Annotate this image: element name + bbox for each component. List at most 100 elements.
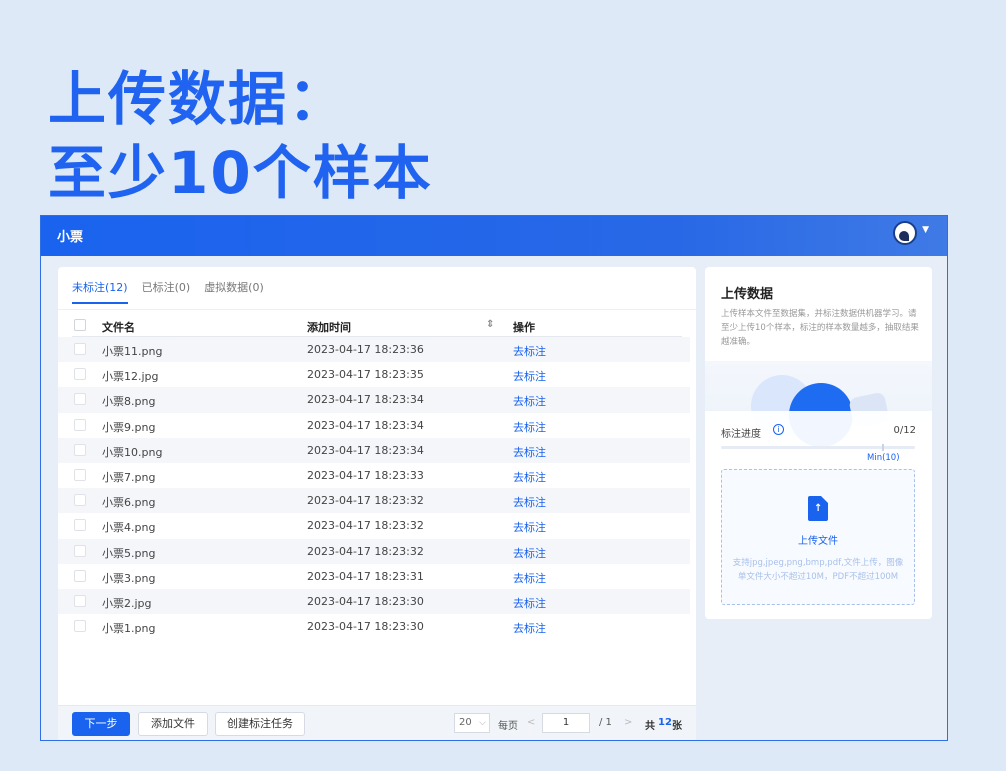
sort-icon[interactable]: ⇕ <box>486 319 494 330</box>
progress-count: 0/12 <box>893 425 916 436</box>
tab-unlabeled[interactable]: 未标注(12) <box>72 279 128 304</box>
next-step-button[interactable]: 下一步 <box>72 712 130 736</box>
row-checkbox[interactable] <box>74 393 86 406</box>
table-row: 小票5.png 2023-04-17 18:23:32 去标注 <box>58 538 690 564</box>
upload-panel-description: 上传样本文件至数据集，并标注数据供机器学习。请至少上传10个样本，标注的样本数量… <box>721 309 919 347</box>
status-tabs: 未标注(12) 已标注(0) 虚拟数据(0) <box>72 279 264 304</box>
upload-hint: 支持jpg,jpeg,png,bmp,pdf,文件上传，图像单文件大小不超过10… <box>732 558 904 582</box>
info-icon[interactable]: i <box>773 424 784 435</box>
table-row: 小票11.png 2023-04-17 18:23:36 去标注 <box>58 337 690 363</box>
table-header: 文件名 添加时间 ⇕ 操作 <box>72 315 682 337</box>
table-row: 小票8.png 2023-04-17 18:23:34 去标注 <box>58 387 690 413</box>
row-added-time: 2023-04-17 18:23:32 <box>307 544 424 558</box>
annotate-link[interactable]: 去标注 <box>513 469 546 485</box>
tab-virtual-data[interactable]: 虚拟数据(0) <box>204 279 264 304</box>
tabs-divider <box>58 309 696 310</box>
row-added-time: 2023-04-17 18:23:34 <box>307 418 424 432</box>
annotate-link[interactable]: 去标注 <box>513 419 546 435</box>
progress-label: 标注进度 <box>721 429 761 440</box>
select-all-checkbox[interactable] <box>74 319 86 331</box>
add-file-button[interactable]: 添加文件 <box>138 712 208 736</box>
row-filename: 小票3.png <box>102 571 156 585</box>
table-footer: 下一步 添加文件 创建标注任务 20 ⌵ 每页 < 1 / 1 > 共 12 张 <box>58 705 696 740</box>
page-number-input[interactable]: 1 <box>542 713 590 733</box>
header-added-time: 添加时间 <box>307 321 351 334</box>
total-suffix: 张 <box>672 721 682 732</box>
page-size-value: 20 <box>459 717 472 728</box>
row-filename: 小票8.png <box>102 395 156 409</box>
row-filename: 小票4.png <box>102 521 156 535</box>
table-row: 小票4.png 2023-04-17 18:23:32 去标注 <box>58 513 690 538</box>
row-checkbox[interactable] <box>74 368 86 381</box>
min-marker <box>882 444 884 451</box>
user-avatar[interactable] <box>893 221 917 245</box>
table-row: 小票3.png 2023-04-17 18:23:31 去标注 <box>58 564 690 589</box>
table-row: 小票1.png 2023-04-17 18:23:30 去标注 <box>58 614 690 639</box>
annotate-link[interactable]: 去标注 <box>513 393 546 409</box>
total-prefix: 共 <box>645 721 655 732</box>
row-added-time: 2023-04-17 18:23:32 <box>307 519 424 533</box>
row-filename: 小票9.png <box>102 420 156 434</box>
row-added-time: 2023-04-17 18:23:32 <box>307 494 424 508</box>
row-added-time: 2023-04-17 18:23:31 <box>307 569 424 583</box>
chevron-down-icon: ⌵ <box>479 718 486 728</box>
table-row: 小票9.png 2023-04-17 18:23:34 去标注 <box>58 413 690 438</box>
file-list-panel: 未标注(12) 已标注(0) 虚拟数据(0) 文件名 添加时间 ⇕ 操作 小票1… <box>58 267 696 740</box>
user-menu-caret-icon[interactable]: ▼ <box>922 225 929 235</box>
headline: 上传数据： 至少10个样本 <box>48 62 433 210</box>
row-added-time: 2023-04-17 18:23:35 <box>307 368 424 382</box>
row-checkbox[interactable] <box>74 343 86 355</box>
table-row: 小票10.png 2023-04-17 18:23:34 去标注 <box>58 437 690 463</box>
per-page-label: 每页 <box>498 721 518 732</box>
annotate-link[interactable]: 去标注 <box>513 545 546 561</box>
headline-line-1: 上传数据： <box>48 65 349 133</box>
create-task-button[interactable]: 创建标注任务 <box>215 712 305 736</box>
file-upload-icon <box>808 496 828 521</box>
tab-labeled[interactable]: 已标注(0) <box>142 279 191 304</box>
row-checkbox[interactable] <box>74 468 86 481</box>
row-added-time: 2023-04-17 18:23:30 <box>307 594 424 608</box>
total-pages: / 1 <box>599 717 612 728</box>
row-filename: 小票10.png <box>102 445 163 459</box>
annotate-link[interactable]: 去标注 <box>513 595 546 611</box>
row-checkbox[interactable] <box>74 569 86 582</box>
annotate-link[interactable]: 去标注 <box>513 444 546 460</box>
row-added-time: 2023-04-17 18:23:30 <box>307 620 424 634</box>
row-checkbox[interactable] <box>74 418 86 431</box>
top-bar: 小票 ▼ <box>41 216 947 256</box>
app-title: 小票 <box>57 230 84 245</box>
table-row: 小票7.png 2023-04-17 18:23:33 去标注 <box>58 463 690 488</box>
table-row: 小票12.jpg 2023-04-17 18:23:35 去标注 <box>58 362 690 387</box>
table-body: 小票11.png 2023-04-17 18:23:36 去标注 小票12.jpg 2… <box>58 337 690 639</box>
upload-panel: 上传数据 上传样本文件至数据集，并标注数据供机器学习。请至少上传10个样本，标注… <box>705 267 932 619</box>
prev-page-icon[interactable]: < <box>527 717 535 728</box>
progress-bar <box>721 446 915 449</box>
upload-file-label[interactable]: 上传文件 <box>722 532 914 547</box>
annotate-link[interactable]: 去标注 <box>513 368 546 384</box>
page-size-select[interactable]: 20 ⌵ <box>454 713 490 733</box>
annotate-link[interactable]: 去标注 <box>513 343 546 359</box>
annotate-link[interactable]: 去标注 <box>513 570 546 586</box>
annotate-link[interactable]: 去标注 <box>513 494 546 510</box>
annotate-link[interactable]: 去标注 <box>513 519 546 535</box>
row-added-time: 2023-04-17 18:23:34 <box>307 393 424 407</box>
row-checkbox[interactable] <box>74 494 86 507</box>
header-filename: 文件名 <box>102 321 135 334</box>
next-page-icon[interactable]: > <box>624 717 632 728</box>
upload-dropzone[interactable]: 上传文件 支持jpg,jpeg,png,bmp,pdf,文件上传，图像单文件大小… <box>721 469 915 605</box>
row-filename: 小票6.png <box>102 496 156 510</box>
row-checkbox[interactable] <box>74 620 86 633</box>
row-added-time: 2023-04-17 18:23:36 <box>307 343 424 356</box>
headline-line-2: 至少10个样本 <box>48 139 433 207</box>
row-added-time: 2023-04-17 18:23:34 <box>307 443 424 457</box>
table-row: 小票6.png 2023-04-17 18:23:32 去标注 <box>58 488 690 514</box>
row-checkbox[interactable] <box>74 519 86 532</box>
total-count: 12 <box>658 717 672 728</box>
row-checkbox[interactable] <box>74 443 86 456</box>
row-checkbox[interactable] <box>74 544 86 557</box>
annotate-link[interactable]: 去标注 <box>513 620 546 636</box>
row-filename: 小票1.png <box>102 622 156 636</box>
row-added-time: 2023-04-17 18:23:33 <box>307 468 424 482</box>
row-filename: 小票7.png <box>102 470 156 484</box>
row-checkbox[interactable] <box>74 594 86 607</box>
